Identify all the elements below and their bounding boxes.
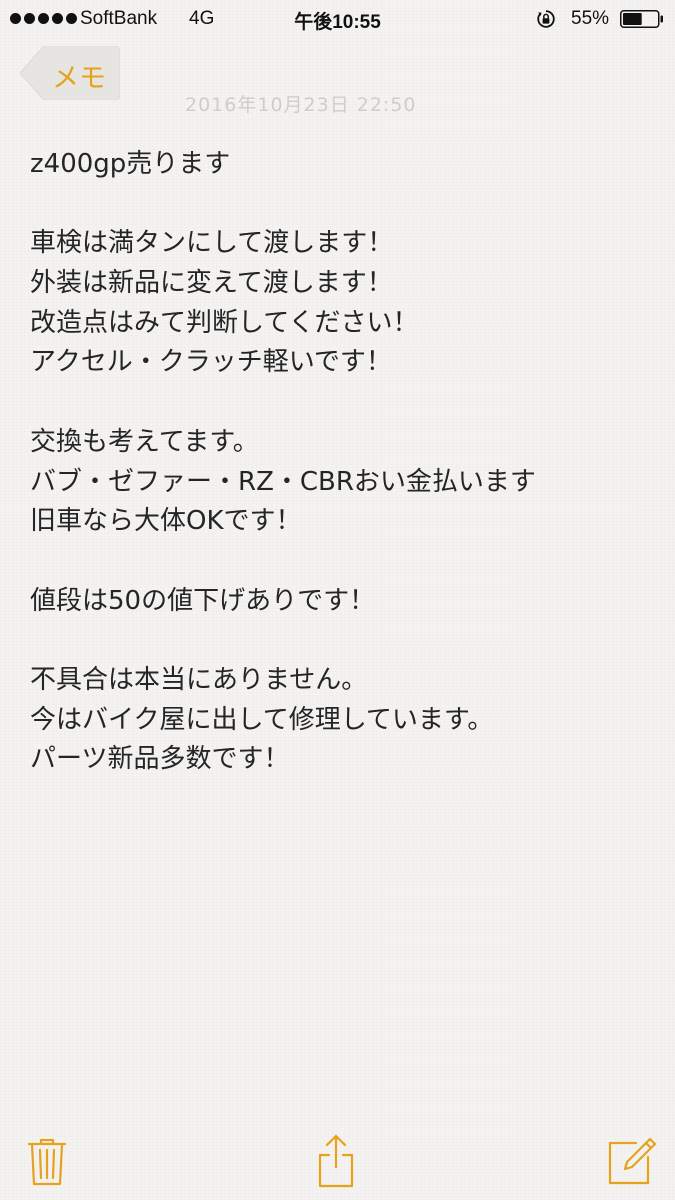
battery-percent: 55% <box>571 8 610 29</box>
note-line: アクセル・クラッチ軽いです！ <box>30 347 392 378</box>
rotation-lock-icon <box>537 10 555 28</box>
note-line <box>30 185 650 225</box>
note-line <box>30 621 650 661</box>
note-date: 2016年10月23日 22:50 <box>185 94 417 116</box>
note-body[interactable]: z400gp売ります 車検は満タンにして渡します！ 外装は新品に変えて渡します！… <box>30 145 650 780</box>
note-line <box>30 383 650 423</box>
note-line: 交換も考えてます。 <box>30 426 259 457</box>
note-line: 外装は新品に変えて渡します！ <box>30 268 393 299</box>
back-label: メモ <box>52 63 106 94</box>
note-line: 旧車なら大体OKです！ <box>30 506 302 537</box>
bottom-toolbar <box>0 1125 675 1200</box>
note-line: 不具合は本当にありません。 <box>30 664 368 695</box>
note-line: 今はバイク屋に出して修理しています。 <box>30 704 494 735</box>
share-icon[interactable] <box>314 1133 358 1189</box>
status-bar: SoftBank 4G 午後10:55 55% <box>0 0 675 40</box>
note-line: バブ・ゼファー・RZ・CBRおい金払います <box>30 466 536 497</box>
note-line: 改造点はみて判断してください！ <box>30 307 419 338</box>
battery-icon <box>620 10 663 28</box>
note-line: 車検は満タンにして渡します！ <box>30 228 394 259</box>
note-line: パーツ新品多数です！ <box>30 744 290 775</box>
note-line <box>30 542 650 582</box>
note-line: 値段は50の値下げありです！ <box>30 585 376 616</box>
back-button[interactable]: メモ <box>14 46 120 100</box>
note-line: z400gp売ります <box>30 149 231 179</box>
trash-icon[interactable] <box>26 1137 68 1187</box>
compose-icon[interactable] <box>606 1135 658 1187</box>
